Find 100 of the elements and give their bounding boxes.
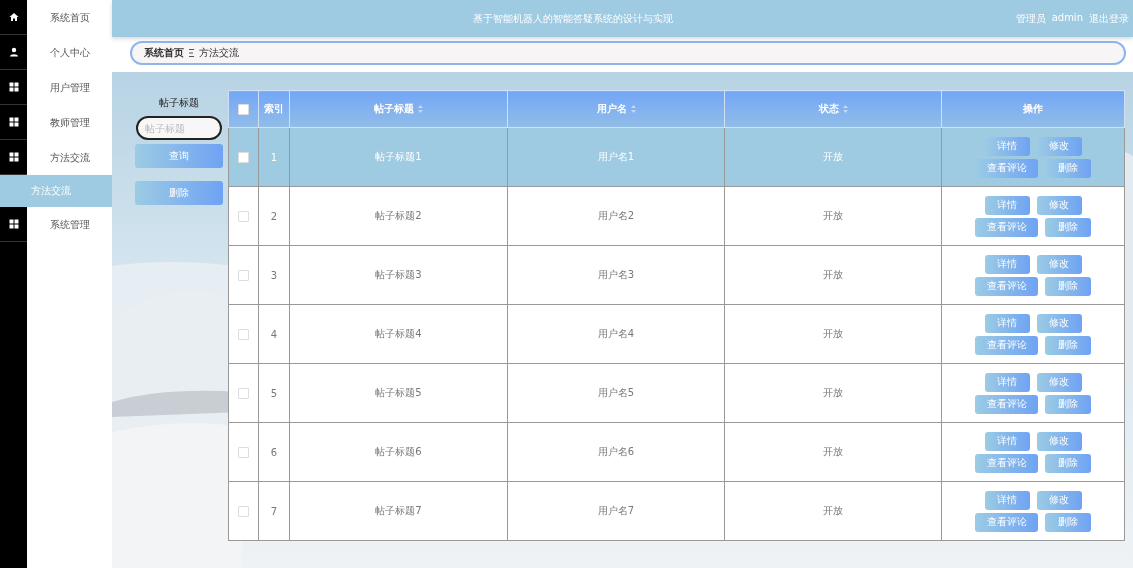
- column-header: 索引: [264, 102, 284, 116]
- delete-button[interactable]: 删除: [1045, 453, 1091, 473]
- search-button[interactable]: 查询: [135, 144, 223, 168]
- delete-button[interactable]: 删除: [1045, 158, 1091, 178]
- menu-item[interactable]: 系统管理: [27, 217, 112, 232]
- details-button[interactable]: 详情: [984, 431, 1030, 451]
- grid-icon: [8, 152, 19, 162]
- delete-button[interactable]: 删除: [1045, 394, 1091, 414]
- delete-button[interactable]: 删除: [1045, 217, 1091, 237]
- table-cell: 开放: [724, 481, 942, 541]
- delete-button[interactable]: 删除: [1045, 512, 1091, 532]
- select-all-checkbox[interactable]: [238, 103, 249, 115]
- table-cell: 4: [258, 304, 290, 364]
- row-checkbox[interactable]: [238, 387, 249, 399]
- view-comments-button[interactable]: 查看评论: [975, 217, 1038, 237]
- row-checkbox[interactable]: [238, 210, 249, 222]
- username: admin: [1051, 11, 1083, 25]
- table-cell: 帖子标题4: [289, 304, 508, 364]
- edit-button[interactable]: 修改: [1036, 431, 1082, 451]
- grid-icon: [8, 117, 19, 127]
- edit-button[interactable]: 修改: [1036, 254, 1082, 274]
- edit-button[interactable]: 修改: [1036, 136, 1082, 156]
- table-cell: 用户名6: [507, 422, 725, 482]
- view-comments-button[interactable]: 查看评论: [975, 512, 1038, 532]
- column-header[interactable]: 状态: [818, 102, 848, 116]
- column-header[interactable]: 帖子标题: [374, 102, 423, 116]
- edit-button[interactable]: 修改: [1036, 313, 1082, 333]
- row-checkbox[interactable]: [238, 151, 249, 163]
- column-header[interactable]: 用户名: [596, 102, 636, 116]
- details-button[interactable]: 详情: [984, 490, 1030, 510]
- table-row[interactable]: 6 帖子标题6 用户名6 开放 详情 修改 查看评论 删除: [228, 422, 1125, 482]
- delete-button[interactable]: 删除: [1045, 335, 1091, 355]
- table-row[interactable]: 7 帖子标题7 用户名7 开放 详情 修改 查看评论 删除: [228, 481, 1125, 541]
- row-checkbox[interactable]: [238, 269, 249, 281]
- table-cell: 帖子标题7: [289, 481, 508, 541]
- details-button[interactable]: 详情: [984, 195, 1030, 215]
- table-cell: 用户名7: [507, 481, 725, 541]
- sort-icon[interactable]: [842, 105, 848, 113]
- table-cell: 7: [258, 481, 290, 541]
- grid-icon: [8, 219, 19, 229]
- details-button[interactable]: 详情: [984, 313, 1030, 333]
- table-cell: 6: [258, 422, 290, 482]
- menu-item[interactable]: 个人中心: [27, 45, 112, 60]
- table-cell: 帖子标题2: [289, 186, 508, 246]
- view-comments-button[interactable]: 查看评论: [975, 394, 1038, 414]
- table-cell: 3: [258, 245, 290, 305]
- table-cell: 用户名4: [507, 304, 725, 364]
- table-cell: 用户名3: [507, 245, 725, 305]
- edit-button[interactable]: 修改: [1036, 195, 1082, 215]
- submenu-item[interactable]: 方法交流: [0, 175, 112, 207]
- home-icon: [8, 12, 19, 22]
- table-cell: 5: [258, 363, 290, 423]
- menu-item[interactable]: 教师管理: [27, 115, 112, 130]
- table-row[interactable]: 1 帖子标题1 用户名1 开放 详情 修改 查看评论 删除: [228, 127, 1125, 187]
- table-cell: 开放: [724, 186, 942, 246]
- table-cell: 1: [258, 127, 290, 187]
- table-cell: 帖子标题3: [289, 245, 508, 305]
- table-cell: 开放: [724, 245, 942, 305]
- person-icon: [8, 47, 19, 57]
- table-cell: 开放: [724, 422, 942, 482]
- breadcrumb-item[interactable]: 方法交流: [199, 46, 239, 60]
- user-role: 管理员: [1015, 11, 1046, 26]
- field-label: 帖子标题: [159, 96, 199, 110]
- table-cell: 用户名1: [507, 127, 725, 187]
- row-checkbox[interactable]: [238, 446, 249, 458]
- view-comments-button[interactable]: 查看评论: [975, 158, 1038, 178]
- table-cell: 用户名5: [507, 363, 725, 423]
- breadcrumb-item[interactable]: 系统首页: [144, 46, 184, 60]
- sort-icon[interactable]: [630, 105, 636, 113]
- table-cell: 帖子标题5: [289, 363, 508, 423]
- details-button[interactable]: 详情: [984, 254, 1030, 274]
- menu-item[interactable]: 系统首页: [27, 10, 112, 25]
- sort-icon[interactable]: [418, 105, 423, 113]
- grid-icon: [8, 82, 19, 92]
- table-cell: 帖子标题1: [289, 127, 508, 187]
- details-button[interactable]: 详情: [984, 372, 1030, 392]
- table-cell: 开放: [724, 363, 942, 423]
- view-comments-button[interactable]: 查看评论: [975, 453, 1038, 473]
- table-row[interactable]: 5 帖子标题5 用户名5 开放 详情 修改 查看评论 删除: [228, 363, 1125, 423]
- details-button[interactable]: 详情: [984, 136, 1030, 156]
- delete-button[interactable]: 删除: [1045, 276, 1091, 296]
- edit-button[interactable]: 修改: [1036, 490, 1082, 510]
- view-comments-button[interactable]: 查看评论: [975, 335, 1038, 355]
- logout-link[interactable]: 退出登录: [1089, 11, 1129, 26]
- table-cell: 用户名2: [507, 186, 725, 246]
- row-checkbox[interactable]: [238, 328, 249, 340]
- menu-item[interactable]: 用户管理: [27, 80, 112, 95]
- row-checkbox[interactable]: [238, 505, 249, 517]
- table-cell: 帖子标题6: [289, 422, 508, 482]
- table-cell: 开放: [724, 304, 942, 364]
- edit-button[interactable]: 修改: [1036, 372, 1082, 392]
- delete-button[interactable]: 删除: [135, 181, 223, 205]
- table-row[interactable]: 3 帖子标题3 用户名3 开放 详情 修改 查看评论 删除: [228, 245, 1125, 305]
- separator-icon: [189, 49, 194, 57]
- table-cell: 开放: [724, 127, 942, 187]
- table-row[interactable]: 4 帖子标题4 用户名4 开放 详情 修改 查看评论 删除: [228, 304, 1125, 364]
- table-row[interactable]: 2 帖子标题2 用户名2 开放 详情 修改 查看评论 删除: [228, 186, 1125, 246]
- view-comments-button[interactable]: 查看评论: [975, 276, 1038, 296]
- table-cell: 2: [258, 186, 290, 246]
- menu-item[interactable]: 方法交流: [27, 150, 112, 165]
